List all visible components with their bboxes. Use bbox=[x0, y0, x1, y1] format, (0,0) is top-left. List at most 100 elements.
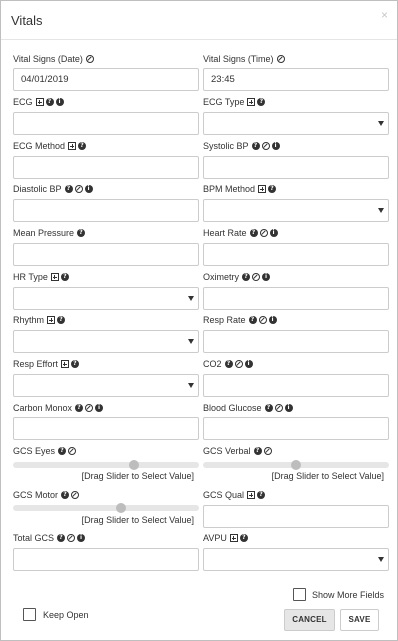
avpu-select[interactable] bbox=[203, 548, 389, 571]
gcs-motor-label: GCS Motor? bbox=[13, 490, 81, 500]
ban-icon bbox=[74, 185, 83, 193]
vs-date-input[interactable]: 04/01/2019 bbox=[13, 68, 199, 91]
bpm-method-select[interactable] bbox=[203, 199, 389, 222]
hr-type-label: HR Type? bbox=[13, 272, 71, 282]
info-icon: i bbox=[271, 142, 280, 150]
close-icon[interactable]: × bbox=[381, 8, 388, 22]
info-icon: i bbox=[268, 316, 277, 324]
diastolic-label: Diastolic BP? i bbox=[13, 184, 95, 194]
keep-open-checkbox[interactable] bbox=[23, 608, 36, 621]
gcs-motor-slider-handle[interactable] bbox=[115, 503, 126, 513]
oximetry-input[interactable] bbox=[203, 287, 389, 310]
question-icon: ? bbox=[70, 360, 79, 368]
blood-glucose-label: Blood Glucose? i bbox=[203, 403, 295, 413]
vs-time-label: Vital Signs (Time) bbox=[203, 54, 287, 64]
ban-icon bbox=[85, 55, 94, 63]
ban-icon bbox=[252, 273, 260, 281]
plus-box-icon[interactable] bbox=[60, 360, 69, 368]
ecg-type-label: ECG Type? bbox=[203, 97, 267, 107]
caret-down-icon bbox=[188, 296, 194, 301]
info-icon: i bbox=[95, 404, 104, 412]
info-icon: i bbox=[269, 229, 278, 237]
ecg-label: ECG? i bbox=[13, 97, 66, 107]
carbon-monox-input[interactable] bbox=[13, 417, 199, 440]
heart-rate-input[interactable] bbox=[203, 243, 389, 266]
question-icon: ? bbox=[224, 360, 233, 368]
save-button[interactable]: SAVE bbox=[340, 609, 379, 631]
blood-glucose-input[interactable] bbox=[203, 417, 389, 440]
question-icon: ? bbox=[60, 273, 69, 281]
plus-box-icon[interactable] bbox=[35, 98, 44, 106]
info-icon: i bbox=[84, 185, 93, 193]
plus-box-icon[interactable] bbox=[47, 316, 56, 324]
ban-icon bbox=[261, 142, 270, 150]
ecg-method-label: ECG Method? bbox=[13, 141, 88, 151]
show-more-fields-label[interactable]: Show More Fields bbox=[312, 590, 384, 600]
ecg-type-select[interactable] bbox=[203, 112, 389, 135]
question-icon: ? bbox=[77, 229, 86, 237]
plus-box-icon[interactable] bbox=[50, 273, 59, 281]
vs-date-label: Vital Signs (Date) bbox=[13, 54, 96, 64]
plus-box-icon[interactable] bbox=[247, 98, 256, 106]
question-icon: ? bbox=[264, 404, 273, 412]
ban-icon bbox=[85, 404, 94, 412]
info-icon: i bbox=[244, 360, 253, 368]
ban-icon bbox=[258, 316, 267, 324]
mean-pressure-label: Mean Pressure? bbox=[13, 228, 87, 238]
rhythm-select[interactable] bbox=[13, 330, 199, 353]
caret-down-icon bbox=[188, 383, 194, 388]
ban-icon bbox=[274, 404, 283, 412]
question-icon: ? bbox=[64, 185, 73, 193]
resp-effort-select[interactable] bbox=[13, 374, 199, 397]
gcs-verbal-hint: [Drag Slider to Select Value] bbox=[271, 471, 384, 481]
question-icon: ? bbox=[61, 491, 70, 499]
total-gcs-input[interactable] bbox=[13, 548, 199, 571]
info-icon: i bbox=[262, 273, 270, 281]
question-icon: ? bbox=[57, 534, 66, 542]
vs-time-input[interactable]: 23:45 bbox=[203, 68, 389, 91]
ban-icon bbox=[276, 55, 285, 63]
question-icon: ? bbox=[257, 98, 266, 106]
gcs-eyes-slider-handle[interactable] bbox=[128, 460, 139, 470]
question-icon: ? bbox=[57, 316, 66, 324]
plus-box-icon[interactable] bbox=[247, 491, 256, 499]
co2-input[interactable] bbox=[203, 374, 389, 397]
gcs-eyes-slider[interactable] bbox=[13, 460, 199, 470]
gcs-motor-slider[interactable] bbox=[13, 503, 199, 513]
question-icon: ? bbox=[249, 229, 258, 237]
keep-open-label[interactable]: Keep Open bbox=[43, 610, 89, 620]
gcs-eyes-label: GCS Eyes? bbox=[13, 446, 78, 456]
gcs-verbal-slider-handle[interactable] bbox=[291, 460, 301, 470]
co2-label: CO2? i bbox=[203, 359, 255, 369]
plus-box-icon[interactable] bbox=[258, 185, 267, 193]
mean-pressure-input[interactable] bbox=[13, 243, 199, 266]
question-icon: ? bbox=[248, 316, 257, 324]
resp-rate-label: Resp Rate? i bbox=[203, 315, 279, 325]
resp-rate-input[interactable] bbox=[203, 330, 389, 353]
question-icon: ? bbox=[242, 273, 250, 281]
plus-box-icon[interactable] bbox=[229, 534, 238, 542]
ecg-method-input[interactable] bbox=[13, 156, 199, 179]
total-gcs-label: Total GCS? i bbox=[13, 533, 87, 543]
plus-box-icon[interactable] bbox=[68, 142, 77, 150]
ban-icon bbox=[71, 491, 80, 499]
dialog-header: Vitals × bbox=[1, 1, 397, 40]
systolic-input[interactable] bbox=[203, 156, 389, 179]
info-icon: i bbox=[284, 404, 293, 412]
caret-down-icon bbox=[378, 208, 384, 213]
dialog-title: Vitals bbox=[11, 13, 43, 28]
ecg-input[interactable] bbox=[13, 112, 199, 135]
info-icon: i bbox=[55, 98, 64, 106]
question-icon: ? bbox=[75, 404, 84, 412]
hr-type-select[interactable] bbox=[13, 287, 199, 310]
show-more-fields-checkbox[interactable] bbox=[293, 588, 306, 601]
cancel-button[interactable]: CANCEL bbox=[284, 609, 335, 631]
diastolic-input[interactable] bbox=[13, 199, 199, 222]
gcs-qual-input[interactable] bbox=[203, 505, 389, 528]
heart-rate-label: Heart Rate? i bbox=[203, 228, 280, 238]
gcs-qual-label: GCS Qual? bbox=[203, 490, 267, 500]
gcs-verbal-slider[interactable] bbox=[203, 460, 389, 470]
gcs-motor-hint: [Drag Slider to Select Value] bbox=[81, 515, 194, 525]
question-icon: ? bbox=[58, 447, 67, 455]
question-icon: ? bbox=[45, 98, 54, 106]
